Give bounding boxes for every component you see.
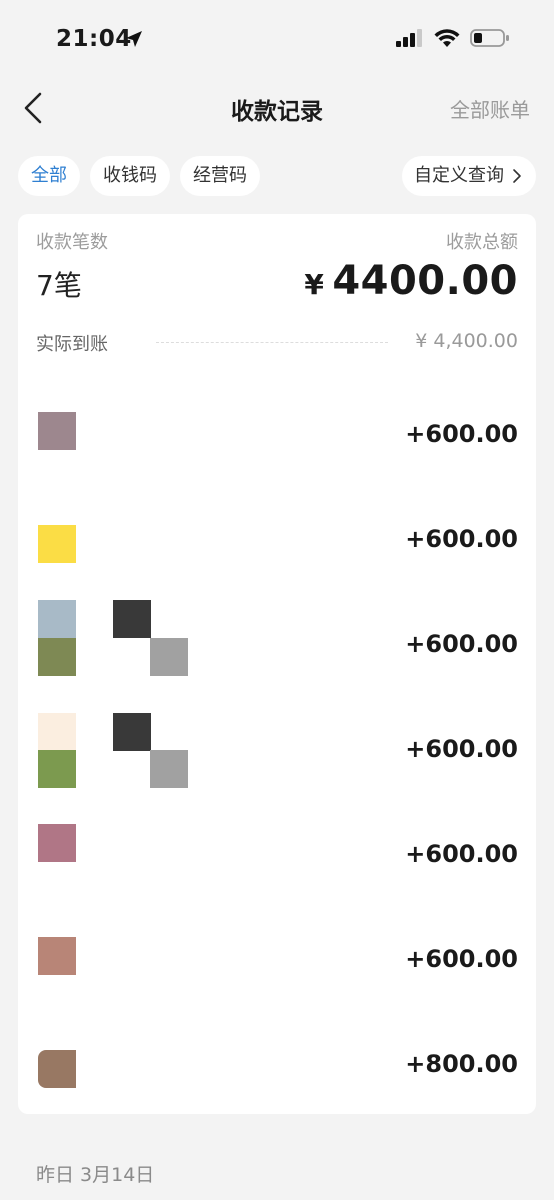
avatar xyxy=(38,937,76,975)
all-bills-link[interactable]: 全部账单 xyxy=(450,94,530,123)
avatar xyxy=(38,638,76,676)
nav-bar: 收款记录 全部账单 xyxy=(0,84,554,132)
divider xyxy=(156,342,388,343)
transaction-amount: +800.00 xyxy=(405,1050,518,1078)
transaction-row[interactable]: +600.00 xyxy=(18,489,536,589)
avatar xyxy=(38,412,76,450)
custom-query-button[interactable]: 自定义查询 xyxy=(402,156,536,196)
filter-tab-payment-code[interactable]: 收钱码 xyxy=(90,156,170,196)
section-date-header: 昨日 3月14日 xyxy=(36,1164,155,1186)
net-received-value: ¥ 4,400.00 xyxy=(415,330,518,352)
wifi-icon xyxy=(434,29,460,47)
transaction-amount: +600.00 xyxy=(405,945,518,973)
battery-icon xyxy=(470,29,509,47)
location-arrow-icon xyxy=(126,31,142,47)
net-received-row: 实际到账 ¥ 4,400.00 xyxy=(36,328,518,356)
currency-symbol: ¥ xyxy=(304,268,325,301)
transaction-row[interactable]: +600.00 xyxy=(18,804,536,904)
name-mosaic xyxy=(150,750,188,788)
net-received-label: 实际到账 xyxy=(36,334,108,355)
status-time: 21:04 xyxy=(56,26,132,52)
name-mosaic xyxy=(150,638,188,676)
avatar xyxy=(38,525,76,563)
transaction-amount: +600.00 xyxy=(405,525,518,553)
count-label: 收款笔数 xyxy=(36,232,108,253)
transaction-amount: +600.00 xyxy=(405,630,518,658)
custom-query-label: 自定义查询 xyxy=(414,165,504,186)
avatar xyxy=(38,750,76,788)
transaction-row[interactable]: +600.00 xyxy=(18,384,536,484)
chevron-right-icon xyxy=(513,169,521,183)
transaction-row[interactable]: +800.00 xyxy=(18,1014,536,1114)
transaction-row[interactable]: +600.00 xyxy=(18,594,536,694)
filter-tab-all[interactable]: 全部 xyxy=(18,156,80,196)
filter-tab-business-code[interactable]: 经营码 xyxy=(180,156,260,196)
records-card: 收款笔数 收款总额 7笔 ¥4400.00 实际到账 ¥ 4,400.00 +6… xyxy=(18,214,536,1114)
name-mosaic xyxy=(113,600,151,638)
avatar xyxy=(38,1050,76,1088)
total-label: 收款总额 xyxy=(446,232,518,253)
cellular-signal-icon xyxy=(396,29,422,47)
transaction-amount: +600.00 xyxy=(405,420,518,448)
transaction-amount: +600.00 xyxy=(405,735,518,763)
name-mosaic xyxy=(113,713,151,751)
avatar xyxy=(38,600,76,638)
transaction-row[interactable]: +600.00 xyxy=(18,909,536,1009)
avatar xyxy=(38,824,76,862)
filter-bar: 全部 收钱码 经营码 自定义查询 xyxy=(0,156,554,198)
total-amount: ¥4400.00 xyxy=(304,258,518,304)
transaction-row[interactable]: +600.00 xyxy=(18,699,536,799)
transaction-amount: +600.00 xyxy=(405,840,518,868)
avatar xyxy=(38,713,76,751)
count-value: 7笔 xyxy=(36,269,82,302)
total-value: 4400.00 xyxy=(332,258,518,304)
status-bar: 21:04 xyxy=(0,0,554,84)
